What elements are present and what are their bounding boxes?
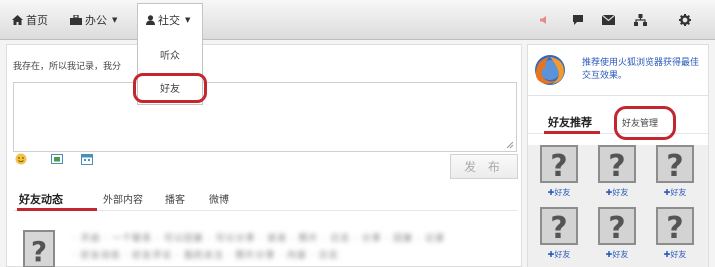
main-panel: 我存在，所以我记录，我分 发 布 好友动态 外部内容 播客 微博 ? · 开启 …	[6, 44, 522, 267]
avatar: ?	[598, 207, 636, 245]
browser-recommendation-link[interactable]: 推荐使用火狐浏览器获得最佳交互效果。	[582, 57, 704, 83]
avatar: ?	[656, 145, 694, 183]
feed-text-blurred: · 好友动态 · 好友评论 · 我的关注 · 照片分享 · 内容 · 日志	[73, 251, 339, 261]
tab-friend-recommendations[interactable]: 好友推荐	[548, 114, 592, 130]
tab-friend-activity[interactable]: 好友动态	[19, 191, 63, 207]
nav-social[interactable]: 社交 ▼	[146, 12, 190, 28]
add-friend-link[interactable]: ✚好友	[650, 249, 700, 260]
avatar: ?	[598, 145, 636, 183]
friend-card[interactable]: ? ✚好友	[534, 207, 584, 265]
add-friend-link[interactable]: ✚好友	[592, 187, 642, 198]
calendar-icon[interactable]	[81, 153, 93, 165]
firefox-logo-icon[interactable]	[534, 54, 566, 86]
svg-text:?: ?	[31, 235, 47, 267]
image-icon[interactable]	[51, 153, 63, 165]
add-friend-link[interactable]: ✚好友	[650, 187, 700, 198]
friend-card[interactable]: ? ✚好友	[592, 207, 642, 265]
friend-card[interactable]: ? ✚好友	[650, 145, 700, 203]
svg-text:?: ?	[608, 211, 625, 245]
publish-button[interactable]: 发 布	[450, 154, 518, 179]
nav-office[interactable]: 办公 ▼	[70, 12, 117, 28]
highlight-friends-menu-item	[133, 73, 207, 103]
mail-icon[interactable]	[600, 12, 616, 28]
speaker-icon[interactable]	[536, 12, 552, 28]
chevron-down-icon: ▼	[112, 16, 118, 24]
active-tab-underline	[544, 131, 600, 134]
briefcase-icon	[70, 15, 82, 25]
status-textarea[interactable]	[13, 82, 517, 152]
friend-card[interactable]: ? ✚好友	[592, 145, 642, 203]
add-friend-link[interactable]: ✚好友	[534, 187, 584, 198]
sitemap-icon[interactable]	[632, 12, 648, 28]
user-icon	[146, 15, 155, 25]
menu-item-listeners[interactable]: 听众	[138, 47, 202, 62]
chevron-down-icon: ▼	[185, 16, 191, 24]
svg-text:?: ?	[666, 211, 683, 245]
screen: 首页 办公 ▼ 社交 ▼ 我存在，所以我记录，我分 发 布 好友动态 外部内容 …	[0, 0, 715, 267]
tab-external-content[interactable]: 外部内容	[103, 191, 143, 206]
feed-text-blurred: · 开启 · 一个联系 · 可以回复 · 可以分享 · 说说 · 照片 · 日志…	[73, 234, 445, 244]
svg-text:?: ?	[608, 149, 625, 183]
add-friend-link[interactable]: ✚好友	[592, 249, 642, 260]
gear-icon[interactable]	[677, 12, 693, 28]
nav-office-label: 办公	[85, 14, 107, 27]
highlight-friend-management-tab	[614, 106, 676, 140]
tab-weibo[interactable]: 微博	[209, 191, 229, 206]
home-icon	[12, 15, 23, 25]
sidebar-divider	[528, 95, 708, 96]
emoji-icon[interactable]	[15, 153, 27, 165]
friend-card[interactable]: ? ✚好友	[534, 145, 584, 203]
active-tab-underline	[17, 208, 97, 211]
nav-social-label: 社交	[158, 14, 180, 27]
avatar[interactable]: ?	[23, 230, 55, 267]
avatar: ?	[540, 145, 578, 183]
composer-prompt: 我存在，所以我记录，我分	[13, 62, 122, 72]
avatar: ?	[540, 207, 578, 245]
resize-handle-icon[interactable]	[506, 141, 514, 149]
nav-home-label: 首页	[26, 14, 48, 27]
svg-text:?: ?	[666, 149, 683, 183]
sidebar-panel: 推荐使用火狐浏览器获得最佳交互效果。 好友推荐 好友管理 ? ✚好友 ? ✚好友…	[527, 44, 709, 267]
svg-text:?: ?	[550, 211, 567, 245]
avatar: ?	[656, 207, 694, 245]
tab-podcast[interactable]: 播客	[165, 191, 185, 206]
chat-icon[interactable]	[570, 12, 586, 28]
svg-text:?: ?	[550, 149, 567, 183]
nav-home[interactable]: 首页	[12, 12, 48, 28]
friend-card[interactable]: ? ✚好友	[650, 207, 700, 265]
add-friend-link[interactable]: ✚好友	[534, 249, 584, 260]
